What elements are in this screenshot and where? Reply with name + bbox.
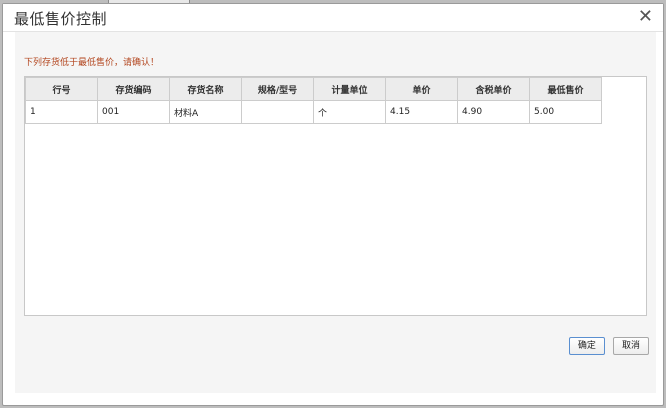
dialog-buttons: 确定 取消 <box>566 333 649 355</box>
items-table: 行号 存货编码 存货名称 规格/型号 计量单位 单价 含税单价 最低售价 1 0… <box>25 77 602 124</box>
column-header-item-code[interactable]: 存货编码 <box>97 77 170 101</box>
column-header-min-price[interactable]: 最低售价 <box>529 77 602 101</box>
column-header-unit[interactable]: 计量单位 <box>313 77 386 101</box>
table-row[interactable]: 1 001 材料A 个 4.15 4.90 5.00 <box>25 100 602 124</box>
column-header-tax-price[interactable]: 含税单价 <box>457 77 530 101</box>
cell-item-name[interactable]: 材料A <box>169 100 242 124</box>
minimum-price-dialog: 最低售价控制 ✕ 下列存货低于最低售价，请确认！ 行号 存货编码 存货名称 规格… <box>2 3 664 406</box>
close-icon[interactable]: ✕ <box>638 6 653 28</box>
column-header-item-name[interactable]: 存货名称 <box>169 77 242 101</box>
dialog-titlebar: 最低售价控制 ✕ <box>3 4 663 32</box>
dialog-title: 最低售价控制 <box>14 10 108 28</box>
column-header-price[interactable]: 单价 <box>385 77 458 101</box>
dialog-content: 下列存货低于最低售价，请确认！ 行号 存货编码 存货名称 规格/型号 计量单位 … <box>15 32 656 393</box>
cancel-button[interactable]: 取消 <box>612 337 649 355</box>
cell-spec[interactable] <box>241 100 314 124</box>
cell-unit[interactable]: 个 <box>313 100 386 124</box>
cell-line-no[interactable]: 1 <box>25 100 98 124</box>
table-header-row: 行号 存货编码 存货名称 规格/型号 计量单位 单价 含税单价 最低售价 <box>25 77 602 101</box>
confirm-button[interactable]: 确定 <box>568 337 605 355</box>
items-grid: 行号 存货编码 存货名称 规格/型号 计量单位 单价 含税单价 最低售价 1 0… <box>24 76 647 316</box>
warning-message: 下列存货低于最低售价，请确认！ <box>24 58 160 68</box>
cell-min-price[interactable]: 5.00 <box>529 100 602 124</box>
cell-tax-price[interactable]: 4.90 <box>457 100 530 124</box>
column-header-line-no[interactable]: 行号 <box>25 77 98 101</box>
cell-price[interactable]: 4.15 <box>385 100 458 124</box>
column-header-spec[interactable]: 规格/型号 <box>241 77 314 101</box>
cell-item-code[interactable]: 001 <box>97 100 170 124</box>
